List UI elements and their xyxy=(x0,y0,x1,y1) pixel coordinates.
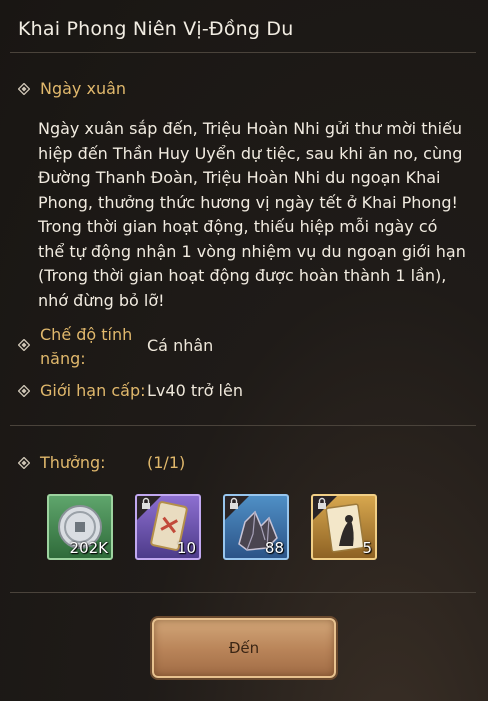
reward-item[interactable]: 88 xyxy=(223,494,289,560)
go-button[interactable]: Đến xyxy=(152,618,336,678)
lock-icon xyxy=(225,496,249,520)
reward-quantity: 88 xyxy=(264,539,284,557)
rewards-count: (1/1) xyxy=(147,453,186,472)
reward-item[interactable]: 202K xyxy=(47,494,113,560)
diamond-bullet-icon xyxy=(18,385,30,397)
page-title: Khai Phong Niên Vị-Đồng Du xyxy=(18,18,294,40)
reward-quantity: 202K xyxy=(69,539,108,557)
mode-label: Chế độ tính năng: xyxy=(40,323,132,371)
event-description: Ngày xuân sắp đến, Triệu Hoàn Nhi gửi th… xyxy=(38,119,466,310)
divider xyxy=(10,52,476,53)
mode-value: Cá nhân xyxy=(147,336,214,355)
lock-icon xyxy=(137,496,161,520)
mode-label-line2: năng: xyxy=(40,349,86,368)
reward-item[interactable]: 10 xyxy=(135,494,201,560)
reward-quantity: 10 xyxy=(176,539,196,557)
level-value: Lv40 trở lên xyxy=(147,381,243,400)
mode-label-line1: Chế độ tính xyxy=(40,325,133,344)
reward-item[interactable]: 5 xyxy=(311,494,377,560)
reward-quantity: 5 xyxy=(362,539,372,557)
rewards-label: Thưởng: xyxy=(40,453,106,472)
lock-icon xyxy=(313,496,337,520)
diamond-bullet-icon xyxy=(18,339,30,351)
diamond-bullet-icon xyxy=(18,457,30,469)
section-heading: Ngày xuân xyxy=(40,79,127,98)
divider xyxy=(10,425,476,426)
event-detail-panel: Khai Phong Niên Vị-Đồng Du Ngày xuân Ngà… xyxy=(0,0,488,701)
level-label: Giới hạn cấp: xyxy=(40,381,146,400)
divider xyxy=(10,592,476,593)
diamond-bullet-icon xyxy=(18,83,30,95)
